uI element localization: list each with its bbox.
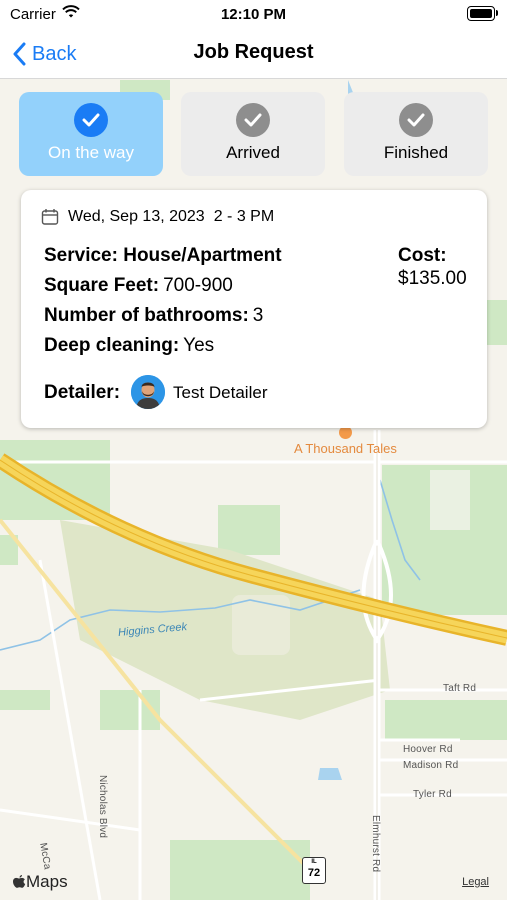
deep-cleaning-row: Deep cleaning: Yes <box>44 335 214 357</box>
road-label-madison: Madison Rd <box>403 760 459 771</box>
checkmark-icon <box>236 103 270 137</box>
step-label: Finished <box>383 143 449 162</box>
job-details-card: Wed, Sep 13, 2023 2 - 3 PM Service: Hous… <box>21 190 487 428</box>
status-time: 12:10 PM <box>220 6 287 23</box>
maps-attribution: Maps <box>12 872 68 892</box>
route-shield-number: 72 <box>307 867 321 879</box>
checkmark-icon <box>74 103 108 137</box>
deep-cleaning-value: Yes <box>183 335 215 356</box>
job-date-row: Wed, Sep 13, 2023 2 - 3 PM <box>41 208 274 226</box>
route-shield-state: IL <box>311 859 317 865</box>
road-label-nicholas: Nicholas Blvd <box>97 775 108 839</box>
job-status-steps: On the way Arrived Finished <box>19 92 488 176</box>
road-label-elmhurst: Elmhurst Rd <box>370 815 381 873</box>
detailer-name: Test Detailer <box>173 383 268 402</box>
cost-value: $135.00 <box>398 268 467 289</box>
navigation-bar: Back Job Request <box>0 30 507 79</box>
step-finished[interactable]: Finished <box>344 92 488 176</box>
bathrooms-value: 3 <box>252 305 264 326</box>
checkmark-icon <box>399 103 433 137</box>
poi-label[interactable]: A Thousand Tales <box>294 441 397 456</box>
maps-label: Maps <box>26 872 68 891</box>
bathrooms-label: Number of bathrooms: <box>44 305 249 326</box>
road-label-hoover: Hoover Rd <box>403 744 453 755</box>
battery-icon <box>467 6 498 21</box>
deep-cleaning-label: Deep cleaning: <box>44 335 180 356</box>
square-feet-value: 700-900 <box>163 275 233 296</box>
detailer-avatar[interactable] <box>131 375 165 409</box>
cost-label: Cost: <box>398 245 447 266</box>
job-date: Wed, Sep 13, 2023 <box>68 208 205 225</box>
step-on-the-way[interactable]: On the way <box>19 92 163 176</box>
step-label: Arrived <box>226 143 280 162</box>
job-time: 2 - 3 PM <box>213 208 275 225</box>
status-bar: Carrier 12:10 PM <box>0 0 507 30</box>
square-feet-label: Square Feet: <box>44 275 160 296</box>
calendar-icon <box>41 209 59 225</box>
square-feet-row: Square Feet: 700-900 <box>44 275 233 297</box>
road-label-tyler: Tyler Rd <box>413 789 452 800</box>
apple-logo-icon <box>13 875 26 888</box>
step-label: On the way <box>48 143 134 162</box>
detailer-label: Detailer: <box>44 382 121 403</box>
road-label-taft: Taft Rd <box>443 683 477 694</box>
page-title: Job Request <box>193 41 314 63</box>
bathrooms-row: Number of bathrooms: 3 <box>44 305 263 327</box>
route-shield-icon: IL 72 <box>302 857 326 884</box>
step-arrived[interactable]: Arrived <box>181 92 325 176</box>
service-type: Service: House/Apartment <box>44 245 282 266</box>
legal-link[interactable]: Legal <box>462 876 489 888</box>
